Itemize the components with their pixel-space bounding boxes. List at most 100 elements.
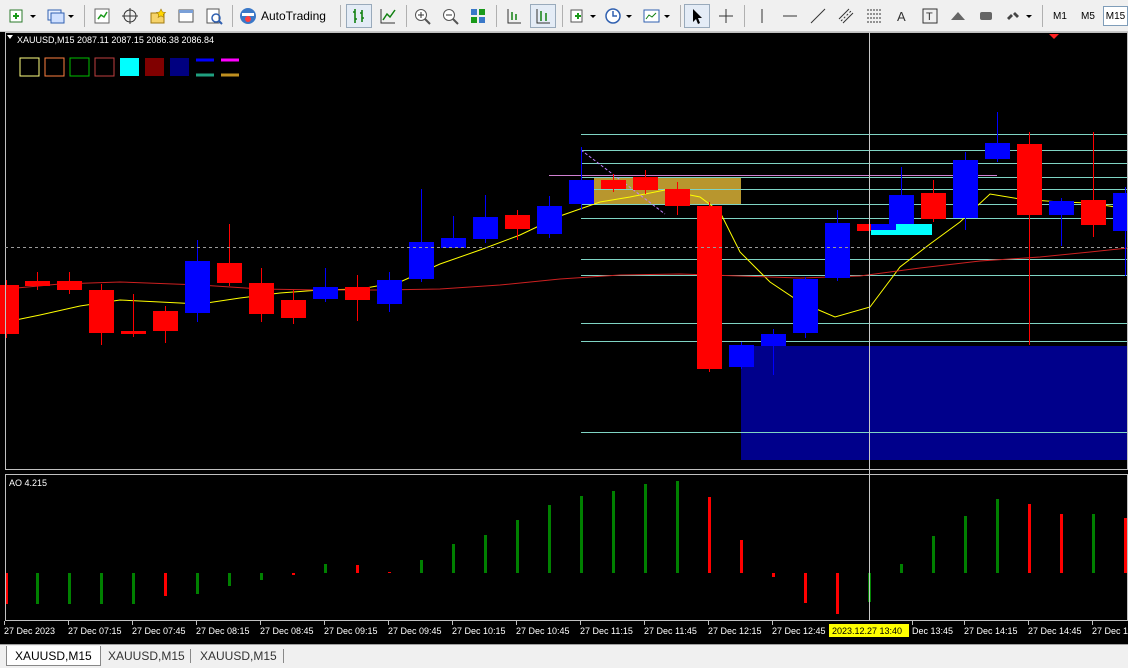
bear-candle	[57, 281, 82, 290]
bear-candle	[665, 189, 690, 206]
indicator-label: AO 4.215	[9, 478, 47, 488]
chart-window[interactable]: XAUUSD,M15 2087.11 2087.15 2086.38 2086.…	[0, 32, 1128, 644]
bull-candle	[569, 180, 594, 204]
line-chart-icon[interactable]	[376, 4, 400, 28]
bear-candle	[0, 285, 19, 334]
bull-candle	[825, 223, 850, 278]
zoom-in-icon[interactable]	[410, 4, 434, 28]
price-chart[interactable]: XAUUSD,M15 2087.11 2087.15 2086.38 2086.…	[0, 32, 1128, 644]
vertical-line-icon[interactable]	[750, 4, 774, 28]
autotrading-label: AutoTrading	[261, 9, 326, 23]
autotrading-icon	[240, 8, 256, 24]
time-axis-label: 27 Dec 12:15	[708, 626, 762, 636]
bull-candle	[185, 261, 210, 313]
bear-candle	[1017, 144, 1042, 215]
bull-candle	[953, 160, 978, 218]
chart-shift-icon[interactable]	[502, 4, 526, 28]
time-axis-label: 27 Dec 11:45	[644, 626, 697, 636]
indicators-icon[interactable]	[566, 4, 600, 28]
bear-candle	[505, 215, 530, 229]
bar-chart-icon[interactable]	[346, 4, 372, 28]
bull-candle	[377, 280, 402, 304]
bear-candle	[1081, 200, 1106, 225]
time-axis-label: Dec 13:45	[912, 626, 953, 636]
strategy-tester-icon[interactable]	[202, 4, 226, 28]
navy-swatch	[170, 58, 189, 76]
market-watch-icon[interactable]	[90, 4, 114, 28]
new-order-icon[interactable]	[6, 4, 40, 28]
bear-candle	[345, 287, 370, 300]
timeframe-m5[interactable]: M5	[1076, 6, 1100, 26]
bear-candle	[601, 180, 626, 189]
bear-candle	[633, 177, 658, 190]
time-axis-label: 27 Dec 1	[1092, 626, 1128, 636]
demand-zone	[741, 346, 1128, 460]
time-axis-label: 27 Dec 11:15	[580, 626, 633, 636]
bull-candle	[889, 195, 914, 229]
time-axis-label: 27 Dec 07:45	[132, 626, 186, 636]
bull-candle	[761, 334, 786, 346]
bull-candle	[441, 238, 466, 248]
cursor-icon[interactable]	[684, 4, 710, 28]
terminal-icon[interactable]	[174, 4, 198, 28]
time-axis-label: 27 Dec 14:45	[1028, 626, 1082, 636]
bear-candle	[121, 331, 146, 334]
maroon-swatch	[145, 58, 164, 76]
svg-text:T: T	[926, 11, 933, 23]
bear-candle	[153, 311, 178, 331]
time-axis-label: 27 Dec 12:45	[772, 626, 826, 636]
bull-candle	[313, 287, 338, 299]
bear-candle	[89, 290, 114, 333]
bull-candle	[1113, 193, 1128, 231]
bull-candle	[537, 206, 562, 234]
bull-candle	[729, 345, 754, 367]
text-label-icon[interactable]: T	[918, 4, 942, 28]
periods-icon[interactable]	[602, 4, 636, 28]
bull-candle	[793, 279, 818, 333]
svg-text:A: A	[897, 9, 906, 24]
bull-candle	[985, 143, 1010, 159]
cyan-swatch	[120, 58, 139, 76]
trendline-icon[interactable]	[806, 4, 830, 28]
fibonacci-icon[interactable]	[862, 4, 886, 28]
chart-tabs: XAUUSD,M15 XAUUSD,M15 XAUUSD,M15	[0, 644, 1128, 668]
timeframe-m1[interactable]: M1	[1048, 6, 1072, 26]
bear-candle	[217, 263, 242, 283]
time-axis-label: 27 Dec 10:45	[516, 626, 570, 636]
autotrading-button[interactable]: AutoTrading	[238, 4, 334, 28]
time-axis-label: 27 Dec 10:15	[452, 626, 506, 636]
bear-candle	[249, 283, 274, 314]
time-axis-label: 27 Dec 14:15	[964, 626, 1018, 636]
navigator-icon[interactable]	[118, 4, 142, 28]
tile-windows-icon[interactable]	[466, 4, 490, 28]
text-icon[interactable]: A	[890, 4, 914, 28]
profiles-icon[interactable]	[44, 4, 78, 28]
time-axis-label: 27 Dec 09:45	[388, 626, 442, 636]
time-axis-label: 27 Dec 08:15	[196, 626, 250, 636]
bear-candle	[25, 281, 50, 286]
arrow-up-icon[interactable]	[946, 4, 970, 28]
chart-tab-3[interactable]: XAUUSD,M15	[192, 646, 285, 666]
bear-candle	[921, 193, 946, 219]
timeframe-m15[interactable]: M15	[1103, 6, 1128, 26]
time-axis-label: 27 Dec 07:15	[68, 626, 122, 636]
templates-icon[interactable]	[640, 4, 674, 28]
chart-tab-2[interactable]: XAUUSD,M15	[100, 646, 193, 666]
bear-candle	[697, 206, 722, 369]
zoom-out-icon[interactable]	[438, 4, 462, 28]
favorites-icon[interactable]	[146, 4, 170, 28]
crosshair-icon[interactable]	[714, 4, 738, 28]
time-axis-label: 27 Dec 09:15	[324, 626, 378, 636]
arrow-stop-icon[interactable]	[974, 4, 998, 28]
arrows-menu-icon[interactable]	[1002, 4, 1036, 28]
autoscroll-icon[interactable]	[530, 4, 556, 28]
bear-candle	[281, 300, 306, 318]
chart-tab-1[interactable]: XAUUSD,M15	[6, 646, 101, 666]
bull-candle	[1049, 201, 1074, 215]
time-axis-label: 27 Dec 2023	[4, 626, 55, 636]
crosshair-time-label: 2023.12.27 13:40	[832, 626, 902, 636]
equidistant-channel-icon[interactable]	[834, 4, 858, 28]
time-axis-label: 27 Dec 08:45	[260, 626, 314, 636]
horizontal-line-icon[interactable]	[778, 4, 802, 28]
cyan-marker-overlay	[871, 224, 896, 230]
